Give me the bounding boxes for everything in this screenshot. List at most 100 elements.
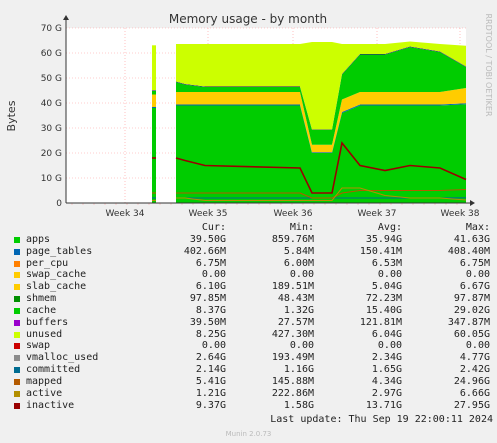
- munin-version: Munin 2.0.73: [225, 430, 272, 438]
- legend-name: inactive: [26, 399, 75, 411]
- y-tick-label: 30 G: [41, 124, 62, 134]
- legend-cur: 0.00: [201, 269, 226, 281]
- legend-avg: 6.04G: [371, 328, 402, 340]
- legend-min: 427.30M: [271, 328, 314, 340]
- legend-avg: 1.65G: [371, 364, 402, 376]
- legend-max: 2.42G: [459, 364, 490, 376]
- legend-avg: 35.94G: [365, 233, 402, 245]
- legend-cur: 1.21G: [195, 387, 226, 399]
- legend-min: 0.00: [289, 269, 314, 281]
- legend-name: apps: [26, 233, 51, 245]
- legend-min: 5.84M: [283, 245, 314, 257]
- rrdtool-credit: RRDTOOL / TOBI OETIKER: [484, 13, 493, 116]
- legend-swatch: [14, 331, 20, 338]
- legend-avg: 0.00: [377, 269, 402, 281]
- legend-swatch: [14, 343, 20, 350]
- legend-min: 27.57M: [277, 316, 314, 328]
- x-tick-label: Week 35: [189, 209, 228, 219]
- legend-swatch: [14, 296, 20, 303]
- legend-name: committed: [26, 364, 81, 376]
- y-tick-label: 0: [56, 199, 62, 209]
- legend-cur: 6.10G: [195, 281, 226, 293]
- legend-row-shmem: shmem 97.85M 48.43M 72.23M 97.87M: [14, 293, 494, 305]
- area-unused: [152, 45, 156, 91]
- legend-avg: 0.00: [377, 340, 402, 352]
- legend-cur: 2.14G: [195, 364, 226, 376]
- y-tick-label: 10 G: [41, 174, 62, 184]
- legend-cur: 2.64G: [195, 352, 226, 364]
- legend-cur: 9.37G: [195, 399, 226, 411]
- legend-swatch: [14, 355, 20, 362]
- legend-avg: 121.81M: [359, 316, 402, 328]
- legend-header: Cur: Min: Avg: Max:: [14, 222, 494, 234]
- legend-swatch: [14, 248, 20, 255]
- y-axis-arrow: [63, 15, 69, 20]
- legend-name: unused: [26, 328, 63, 340]
- x-axis-arrow: [470, 200, 475, 206]
- area-page_tables: [152, 107, 156, 108]
- legend-name: cache: [26, 304, 57, 316]
- legend-row-swap: swap 0.00 0.00 0.00 0.00: [14, 340, 494, 352]
- legend-row-per_cpu: per_cpu 6.75M 6.00M 6.53M 6.75M: [14, 258, 494, 270]
- legend-cur: 0.00: [201, 340, 226, 352]
- area-buffers: [152, 90, 156, 91]
- legend-row-unused: unused 8.25G 427.30M 6.04G 60.05G: [14, 329, 494, 341]
- legend-avg: 2.34G: [371, 352, 402, 364]
- legend-min: 48.43M: [277, 293, 314, 305]
- legend-row-slab_cache: slab_cache 6.10G 189.51M 5.04G 6.67G: [14, 281, 494, 293]
- legend-name: page_tables: [26, 245, 93, 257]
- header-avg: Avg:: [377, 222, 402, 233]
- legend-avg: 13.71G: [365, 399, 402, 411]
- legend-swatch: [14, 390, 20, 397]
- legend-max: 41.63G: [453, 233, 490, 245]
- legend-swatch: [14, 260, 20, 267]
- legend-swatch: [14, 367, 20, 374]
- legend-max: 6.75M: [459, 257, 490, 269]
- legend-cur: 402.66M: [183, 245, 226, 257]
- legend-min: 6.00M: [283, 257, 314, 269]
- x-tick-label: Week 38: [441, 209, 480, 219]
- legend-row-page_tables: page_tables 402.66M 5.84M 150.41M 408.40M: [14, 246, 494, 258]
- legend-min: 189.51M: [271, 281, 314, 293]
- legend-name: slab_cache: [26, 281, 87, 293]
- legend-swatch: [14, 319, 20, 326]
- legend-name: per_cpu: [26, 257, 69, 269]
- legend-cur: 8.37G: [195, 304, 226, 316]
- legend-cur: 6.75M: [195, 257, 226, 269]
- y-tick-label: 40 G: [41, 99, 62, 109]
- legend-name: mapped: [26, 375, 63, 387]
- legend-min: 859.76M: [271, 233, 314, 245]
- legend-max: 0.00: [465, 269, 490, 281]
- legend-cur: 39.50G: [189, 233, 226, 245]
- header-cur: Cur:: [201, 222, 226, 233]
- legend-max: 4.77G: [459, 352, 490, 364]
- legend-row-committed: committed 2.14G 1.16G 1.65G 2.42G: [14, 364, 494, 376]
- legend-max: 27.95G: [453, 399, 490, 411]
- y-tick-label: 70 G: [41, 24, 62, 34]
- x-tick-label: Week 34: [106, 209, 145, 219]
- legend-max: 29.02G: [453, 304, 490, 316]
- legend-avg: 6.53M: [371, 257, 402, 269]
- area-cache: [152, 90, 156, 95]
- legend-max: 347.87M: [447, 316, 490, 328]
- legend-swatch: [14, 402, 20, 409]
- header-min: Min:: [289, 222, 314, 233]
- legend-min: 222.86M: [271, 387, 314, 399]
- y-tick-label: 60 G: [41, 49, 62, 59]
- legend-swatch: [14, 284, 20, 291]
- legend-avg: 5.04G: [371, 281, 402, 293]
- legend-avg: 2.97G: [371, 387, 402, 399]
- chart-title: Memory usage - by month: [169, 12, 327, 26]
- legend-max: 97.87M: [453, 293, 490, 305]
- legend-max: 60.05G: [453, 328, 490, 340]
- x-tick-label: Week 37: [358, 209, 397, 219]
- last-update: Last update: Thu Sep 19 22:00:11 2024: [270, 414, 493, 425]
- legend-name: shmem: [26, 293, 57, 305]
- legend-table: Cur: Min: Avg: Max: apps 39.50G 859.76M 35.…: [14, 222, 494, 412]
- legend-name: swap_cache: [26, 269, 87, 281]
- area-apps: [152, 108, 156, 203]
- legend-min: 0.00: [289, 340, 314, 352]
- legend-max: 408.40M: [447, 245, 490, 257]
- legend-min: 1.58G: [283, 399, 314, 411]
- legend-swatch: [14, 307, 20, 314]
